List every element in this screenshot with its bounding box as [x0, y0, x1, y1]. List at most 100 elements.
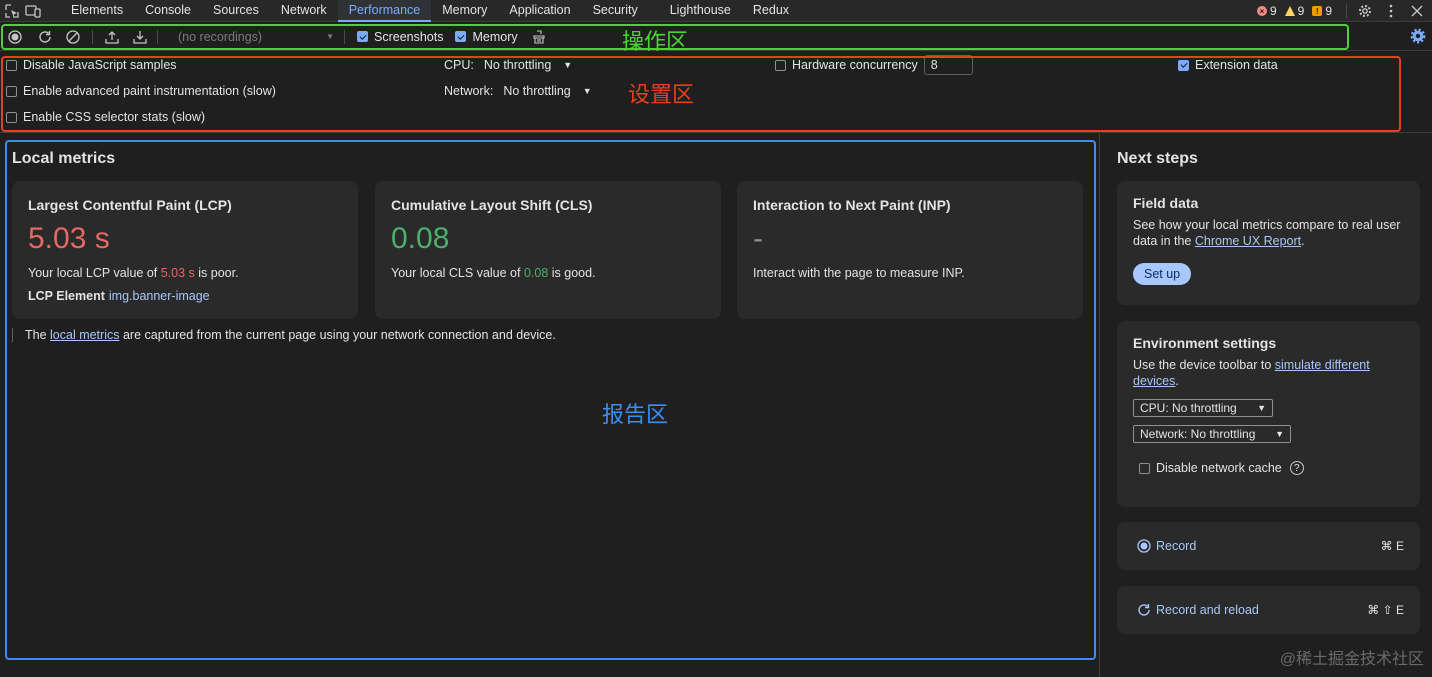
- reload-record-button[interactable]: [34, 26, 56, 48]
- record-action-card[interactable]: Record ⌘ E: [1117, 522, 1420, 570]
- set-up-button[interactable]: Set up: [1133, 263, 1192, 285]
- disable-network-cache-label: Disable network cache: [1156, 461, 1282, 475]
- field-data-text: See how your local metrics compare to re…: [1133, 217, 1404, 249]
- footnote-text: The: [25, 328, 51, 342]
- issues-count[interactable]: ! 9: [1312, 4, 1332, 18]
- tab-application[interactable]: Application: [498, 0, 581, 22]
- local-metrics-title: Local metrics: [12, 150, 116, 167]
- garbage-collect-icon[interactable]: [528, 26, 550, 48]
- issues-icon: !: [1312, 6, 1323, 16]
- tab-console[interactable]: Console: [134, 0, 202, 22]
- screenshots-checkbox[interactable]: Screenshots: [357, 30, 443, 44]
- environment-settings-text: Use the device toolbar to simulate diffe…: [1133, 357, 1404, 389]
- env-cpu-select[interactable]: CPU: No throttling ▼: [1133, 399, 1273, 417]
- hardware-concurrency-checkbox[interactable]: Hardware concurrency: [775, 58, 918, 72]
- tab-performance[interactable]: Performance: [337, 0, 432, 22]
- env-network-select-value: Network: No throttling: [1140, 427, 1256, 441]
- clear-icon[interactable]: [62, 26, 84, 48]
- disable-js-samples-checkbox[interactable]: Disable JavaScript samples: [6, 58, 177, 72]
- issues-count-value: 9: [1325, 4, 1332, 18]
- tab-memory[interactable]: Memory: [431, 0, 498, 22]
- more-options-icon[interactable]: [1382, 2, 1400, 20]
- cls-card: Cumulative Layout Shift (CLS) 0.08 Your …: [375, 181, 721, 319]
- environment-settings-card: Environment settings Use the device tool…: [1117, 321, 1420, 507]
- tab-redux[interactable]: Redux: [742, 0, 800, 22]
- lcp-value: 5.03 s: [28, 222, 110, 255]
- cpu-label: CPU:: [444, 58, 474, 72]
- watermark: @稀土掘金技术社区: [1279, 651, 1424, 668]
- lcp-desc-rating: is poor.: [194, 266, 239, 280]
- advanced-paint-checkbox[interactable]: Enable advanced paint instrumentation (s…: [6, 84, 276, 98]
- record-reload-label: Record and reload: [1156, 603, 1259, 617]
- tab-security[interactable]: Security: [582, 0, 649, 22]
- disable-js-samples-label: Disable JavaScript samples: [23, 58, 177, 72]
- checkbox-checked-icon: [455, 31, 467, 42]
- performance-action-toolbar: (no recordings) ▼ Screenshots Memory: [0, 23, 1432, 51]
- help-icon[interactable]: ?: [1289, 461, 1304, 475]
- warning-count[interactable]: 9: [1284, 4, 1304, 18]
- footnote-text-end: are captured from the current page using…: [119, 328, 556, 342]
- disable-network-cache-checkbox[interactable]: Disable network cache: [1139, 461, 1282, 475]
- cpu-throttling-select[interactable]: No throttling ▼: [484, 58, 572, 72]
- cpu-throttling-row: CPU: No throttling ▼: [444, 58, 572, 72]
- css-selector-stats-label: Enable CSS selector stats (slow): [23, 110, 206, 124]
- memory-checkbox[interactable]: Memory: [455, 30, 518, 44]
- css-selector-stats-checkbox[interactable]: Enable CSS selector stats (slow): [6, 110, 205, 124]
- settings-gear-icon[interactable]: [1356, 2, 1374, 20]
- record-button[interactable]: [4, 26, 26, 48]
- local-metrics-panel: Local metrics Largest Contentful Paint (…: [0, 132, 1100, 677]
- status-area: × 9 9 ! 9: [1256, 0, 1432, 22]
- env-cpu-select-value: CPU: No throttling: [1140, 401, 1237, 415]
- advanced-paint-label: Enable advanced paint instrumentation (s…: [23, 84, 276, 98]
- close-devtools-icon[interactable]: [1408, 2, 1426, 20]
- dropdown-caret-icon: ▼: [1257, 403, 1266, 413]
- tab-elements[interactable]: Elements: [60, 0, 134, 22]
- inp-title: Interaction to Next Paint (INP): [753, 197, 951, 213]
- cls-desc-rating: is good.: [548, 266, 596, 280]
- checkbox-checked-icon: [1178, 59, 1189, 71]
- dropdown-caret-icon: ▼: [582, 86, 592, 96]
- lcp-element: LCP Element img.banner-image: [28, 289, 342, 303]
- tab-sources[interactable]: Sources: [202, 0, 270, 22]
- capture-settings-pane: Disable JavaScript samples Enable advanc…: [0, 52, 1278, 132]
- env-network-select[interactable]: Network: No throttling ▼: [1133, 425, 1291, 443]
- checkbox-unchecked-icon: [6, 111, 17, 123]
- record-label: Record: [1156, 539, 1197, 553]
- network-throttling-select[interactable]: No throttling ▼: [503, 84, 591, 98]
- capture-settings-gear-icon[interactable]: [1410, 28, 1426, 47]
- settings-area-annotation: 设置区: [628, 83, 695, 108]
- divider: [157, 29, 158, 44]
- record-reload-action-card[interactable]: Record and reload ⌘ ⇧ E: [1117, 586, 1420, 634]
- record-icon: [1137, 539, 1151, 553]
- local-metrics-link[interactable]: local metrics: [50, 328, 119, 342]
- warning-icon: [1284, 6, 1295, 16]
- recordings-select[interactable]: (no recordings) ▼: [178, 27, 338, 47]
- field-data-title: Field data: [1133, 195, 1199, 211]
- lcp-description: Your local LCP value of 5.03 s is poor.: [28, 266, 342, 280]
- extension-data-checkbox[interactable]: Extension data: [1178, 58, 1278, 72]
- lcp-element-node-link[interactable]: img.banner-image: [109, 289, 210, 303]
- checkbox-checked-icon: [357, 31, 368, 42]
- device-toolbar-icon[interactable]: [24, 2, 42, 20]
- inp-description: Interact with the page to measure INP.: [753, 266, 965, 280]
- upload-profile-icon[interactable]: [101, 26, 123, 48]
- network-throttling-value: No throttling: [503, 84, 571, 98]
- error-count[interactable]: × 9: [1256, 4, 1277, 18]
- dropdown-caret-icon: ▼: [326, 32, 334, 41]
- download-profile-icon[interactable]: [129, 26, 151, 48]
- tab-lighthouse[interactable]: Lighthouse: [659, 0, 742, 22]
- panel-tabs: Elements Console Sources Network Perform…: [60, 0, 800, 22]
- cls-desc-value: 0.08: [523, 266, 549, 280]
- checkbox-unchecked-icon: [775, 59, 786, 71]
- divider: [92, 29, 93, 44]
- hardware-concurrency-row: Hardware concurrency 8: [775, 55, 973, 75]
- inspect-element-icon[interactable]: [3, 2, 21, 20]
- devtools-tab-bar: Elements Console Sources Network Perform…: [0, 0, 1432, 22]
- hardware-concurrency-input[interactable]: 8: [923, 55, 973, 75]
- screenshots-label: Screenshots: [374, 29, 444, 44]
- tab-network[interactable]: Network: [270, 0, 338, 22]
- network-throttling-row: Network: No throttling ▼: [444, 84, 592, 98]
- chrome-ux-report-link[interactable]: Chrome UX Report: [1195, 234, 1301, 248]
- cls-value: 0.08: [391, 222, 450, 255]
- cls-title: Cumulative Layout Shift (CLS): [391, 197, 593, 213]
